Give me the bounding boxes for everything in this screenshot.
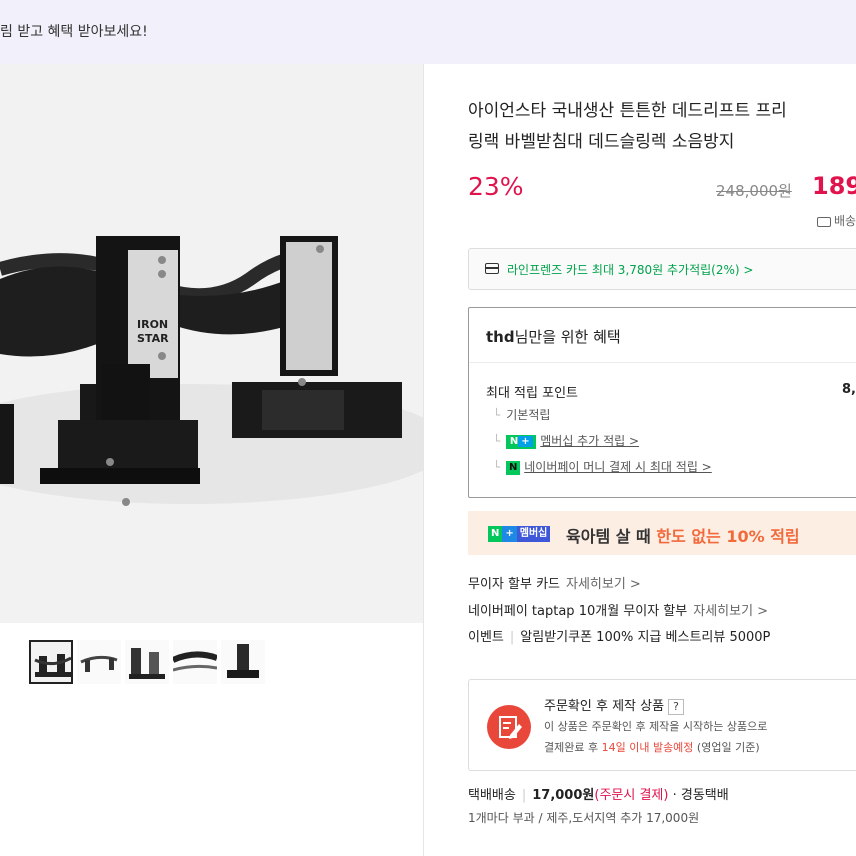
shipping-carrier: · 경동택배 [672, 788, 729, 803]
badge-plus: + [502, 526, 517, 542]
card-benefit-text: 라인프렌즈 카드 최대 3,780원 추가적립(2%) > [507, 263, 754, 277]
promo-banner[interactable]: N + 멤버십 육아템 살 때 한도 없는 10% 적립 [468, 511, 856, 555]
made-to-order-desc-suffix: (영업일 기준) [693, 741, 760, 754]
help-icon[interactable]: ? [668, 699, 685, 715]
npay-money-points-row[interactable]: └ N 네이버페이 머니 결제 시 최대 적립 > [493, 458, 712, 475]
made-to-order-desc-line1: 이 상품은 주문확인 후 제작을 시작하는 상품으로 [544, 720, 768, 733]
made-to-order-title: 주문확인 후 제작 상품? [544, 695, 685, 715]
top-banner: 림 받고 혜택 받아보세요! [0, 0, 856, 64]
column-divider [423, 64, 424, 856]
installment-card-label: 무이자 할부 카드 [468, 577, 560, 592]
thumbnail-2[interactable] [77, 640, 121, 684]
truck-icon [817, 216, 831, 227]
max-points-label: 최대 적립 포인트 [486, 386, 578, 401]
brand-text-star: STAR [137, 332, 169, 345]
banner-text: 림 받고 혜택 받아보세요! [0, 24, 148, 40]
thumbnail-1[interactable] [29, 640, 73, 684]
shipping-fee: 17,000원 [532, 788, 595, 803]
npay-money-points-link[interactable]: 네이버페이 머니 결제 시 최대 적립 > [524, 460, 712, 474]
basic-points-label: 기본적립 [506, 408, 551, 422]
brand-text-iron: IRON [137, 318, 168, 331]
card-benefit-link[interactable]: 라인프렌즈 카드 최대 3,780원 추가적립(2%) > [468, 248, 856, 290]
dispatch-schedule: 14일 이내 발송예정 [601, 741, 694, 754]
promo-text: 육아템 살 때 한도 없는 10% 적립 [566, 523, 800, 547]
badge-n: N [488, 526, 503, 542]
thumbnail-3[interactable] [125, 640, 169, 684]
benefit-username: thd [486, 328, 515, 346]
delivery-info: 배송 [817, 212, 856, 229]
event-text: 알림받기쿠폰 100% 지급 베스트리뷰 5000P [520, 630, 771, 645]
event-label: 이벤트 [468, 630, 504, 645]
max-points-value: 8, [842, 382, 856, 397]
delivery-label: 배송 [834, 214, 856, 228]
promo-text-highlight: 한도 없는 10% 적립 [656, 527, 800, 546]
naver-plus-badge-icon: N + [506, 434, 537, 449]
benefit-title-suffix: 님만을 위한 혜택 [514, 328, 621, 346]
taptap-row: 네이버페이 taptap 10개월 무이자 할부 자세히보기 > [468, 600, 768, 619]
membership-points-link[interactable]: 멤버십 추가 적립 > [540, 434, 639, 448]
installment-card-row: 무이자 할부 카드 자세히보기 > [468, 573, 641, 592]
shipping-fee-note: (주문시 결제) [594, 788, 669, 803]
edit-document-icon [487, 705, 531, 749]
taptap-label: 네이버페이 taptap 10개월 무이자 할부 [468, 604, 688, 619]
discount-rate: 23% [468, 172, 524, 201]
taptap-more-link[interactable]: 자세히보기 > [693, 604, 768, 619]
made-to-order-notice: 주문확인 후 제작 상품? 이 상품은 주문확인 후 제작을 시작하는 상품으로… [468, 679, 856, 771]
membership-points-row[interactable]: └ N + 멤버십 추가 적립 > [493, 432, 639, 449]
personal-benefit-box: thd님만을 위한 혜택 최대 적립 포인트 8, └ 기본적립 └ N + 멤버십 추… [468, 307, 856, 498]
product-title-line2: 링랙 바벨받침대 데드슬링렉 소음방지 [468, 132, 735, 152]
product-title: 아이언스타 국내생산 튼튼한 데드리프트 프리 링랙 바벨받침대 데드슬링렉 소… [468, 96, 856, 158]
credit-card-icon [485, 263, 499, 274]
product-photo-illustration: IRON STAR [0, 64, 423, 623]
product-title-line1: 아이언스타 국내생산 튼튼한 데드리프트 프리 [468, 101, 787, 121]
thumbnail-strip [29, 640, 265, 684]
benefit-title: thd님만을 위한 혜택 [486, 326, 621, 347]
original-price: 248,000원 [716, 182, 792, 200]
promo-text-main: 육아템 살 때 [566, 527, 657, 546]
thumbnail-4[interactable] [173, 640, 217, 684]
sale-price: 189 [812, 172, 856, 200]
thumbnail-5[interactable] [221, 640, 265, 684]
badge-membership: 멤버십 [516, 526, 551, 542]
benefit-header: thd님만을 위한 혜택 [469, 308, 856, 363]
made-to-order-desc: 이 상품은 주문확인 후 제작을 시작하는 상품으로 결제완료 후 14일 이내… [544, 716, 767, 758]
product-main-image[interactable]: IRON STAR [0, 64, 423, 623]
event-row: 이벤트 | 알림받기쿠폰 100% 지급 베스트리뷰 5000P [468, 630, 771, 645]
installment-more-link[interactable]: 자세히보기 > [566, 577, 641, 592]
made-to-order-title-text: 주문확인 후 제작 상품 [544, 699, 665, 714]
shipping-note: 1개마다 부과 / 제주,도서지역 추가 17,000원 [468, 811, 700, 825]
shipping-info: 택배배송 | 17,000원(주문시 결제) · 경동택배 [468, 788, 729, 803]
shipping-method: 택배배송 [468, 788, 516, 803]
membership-badge-icon: N + 멤버십 [488, 526, 551, 542]
basic-points-row: └ 기본적립 [493, 408, 551, 422]
made-to-order-desc-prefix: 결제완료 후 [544, 741, 602, 754]
naver-pay-icon: N [506, 460, 521, 475]
